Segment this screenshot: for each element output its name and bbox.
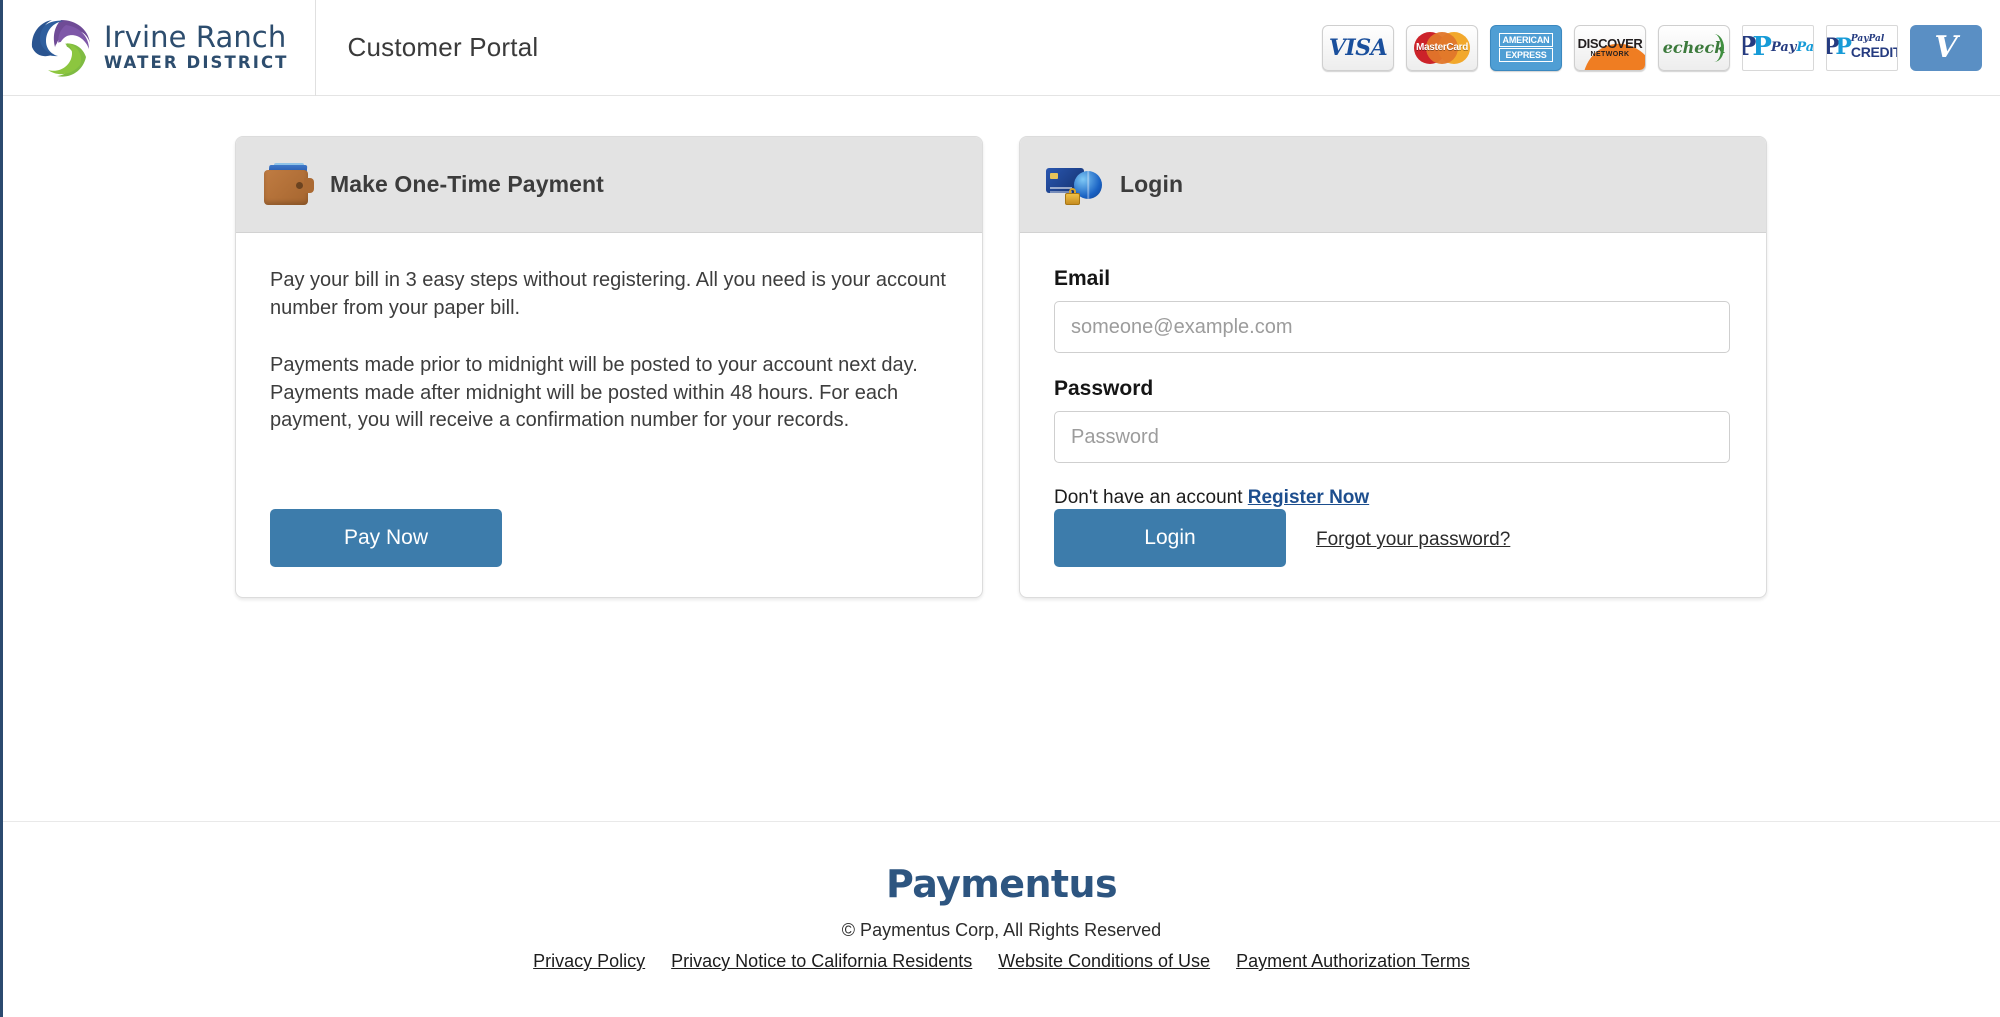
venmo-label: V xyxy=(1934,29,1958,65)
paymentus-logo: Paymentus xyxy=(886,862,1118,906)
email-field-group: Email xyxy=(1054,267,1732,353)
venmo-icon: V xyxy=(1910,24,1982,71)
wallet-icon xyxy=(262,162,314,207)
mastercard-icon: MasterCard xyxy=(1406,24,1478,71)
one-time-payment-card-header: Make One-Time Payment xyxy=(236,137,982,233)
one-time-payment-card: Make One-Time Payment Pay your bill in 3… xyxy=(235,136,983,598)
footer-link-california-privacy-notice[interactable]: Privacy Notice to California Residents xyxy=(671,951,972,972)
site-header: Irvine Ranch WATER DISTRICT Customer Por… xyxy=(3,0,2000,96)
echeck-icon: echeck xyxy=(1658,24,1730,71)
brand-name-line1: Irvine Ranch xyxy=(104,20,287,55)
accepted-payment-methods: VISA MasterCard AMERICAN EXPRESS DISCOVE… xyxy=(1322,24,1982,71)
visa-label: VISA xyxy=(1328,34,1388,61)
login-body: Email Password Don't have an account Reg… xyxy=(1020,233,1766,597)
login-button[interactable]: Login xyxy=(1054,509,1286,567)
footer-link-website-conditions[interactable]: Website Conditions of Use xyxy=(998,951,1210,972)
password-field-group: Password xyxy=(1054,377,1732,463)
register-prompt: Don't have an account Register Now xyxy=(1054,487,1732,509)
paypal-p-glyph: PP xyxy=(1743,31,1772,62)
american-express-icon: AMERICAN EXPRESS xyxy=(1490,24,1562,71)
one-time-payment-title: Make One-Time Payment xyxy=(330,171,604,197)
main-content: Make One-Time Payment Pay your bill in 3… xyxy=(3,96,2000,822)
paypal-label-b: Pal xyxy=(1796,39,1814,55)
discover-label-top: DISCOVER xyxy=(1577,35,1643,51)
register-prompt-text: Don't have an account xyxy=(1054,487,1248,508)
brand-name-line2: WATER DISTRICT xyxy=(104,53,289,73)
footer-link-payment-authorization-terms[interactable]: Payment Authorization Terms xyxy=(1236,951,1470,972)
login-actions-row: Login Forgot your password? xyxy=(1054,509,1732,567)
discover-icon: DISCOVER NETWORK xyxy=(1574,24,1646,71)
site-footer: Paymentus © Paymentus Corp, All Rights R… xyxy=(3,822,2000,1016)
copyright-text: © Paymentus Corp, All Rights Reserved xyxy=(841,920,1162,940)
one-time-payment-body: Pay your bill in 3 easy steps without re… xyxy=(236,233,982,597)
email-label: Email xyxy=(1054,267,1111,290)
paypal-credit-icon: PP PayPal CREDIT xyxy=(1826,24,1898,71)
paypal-credit-p-glyph: PP xyxy=(1827,33,1852,60)
discover-label-bottom: NETWORK xyxy=(1590,50,1630,58)
brand-logo[interactable]: Irvine Ranch WATER DISTRICT xyxy=(3,0,316,96)
login-title: Login xyxy=(1120,171,1184,197)
irwd-pinwheel-logo-icon xyxy=(31,19,90,77)
amex-label-top: AMERICAN xyxy=(1498,32,1554,47)
visa-icon: VISA xyxy=(1322,24,1394,71)
mastercard-label: MasterCard xyxy=(1415,41,1469,53)
one-time-payment-paragraph-1: Pay your bill in 3 easy steps without re… xyxy=(270,269,946,319)
login-card-header: Login xyxy=(1020,137,1766,233)
paypal-icon: PP PayPal xyxy=(1742,24,1814,71)
forgot-password-link[interactable]: Forgot your password? xyxy=(1316,529,1510,551)
secure-card-globe-lock-icon xyxy=(1046,163,1102,207)
page-title: Customer Portal xyxy=(347,32,539,62)
login-card: Login Email Password Don't have an accou… xyxy=(1019,136,1767,598)
brand-wordmark: Irvine Ranch WATER DISTRICT xyxy=(104,23,289,72)
footer-links: Privacy Policy Privacy Notice to Califor… xyxy=(3,951,2000,972)
paypal-credit-label-bottom: CREDIT xyxy=(1850,43,1898,60)
password-label: Password xyxy=(1054,377,1154,400)
footer-link-privacy-policy[interactable]: Privacy Policy xyxy=(533,951,645,972)
one-time-payment-paragraph-2: Payments made prior to midnight will be … xyxy=(270,354,918,432)
register-now-link[interactable]: Register Now xyxy=(1248,487,1369,508)
password-input[interactable] xyxy=(1054,411,1730,463)
email-input[interactable] xyxy=(1054,301,1730,353)
page-root: Irvine Ranch WATER DISTRICT Customer Por… xyxy=(0,0,2000,1017)
amex-label-bottom: EXPRESS xyxy=(1498,48,1554,63)
pay-now-button[interactable]: Pay Now xyxy=(270,509,502,567)
paypal-label-a: Pay xyxy=(1770,39,1797,55)
